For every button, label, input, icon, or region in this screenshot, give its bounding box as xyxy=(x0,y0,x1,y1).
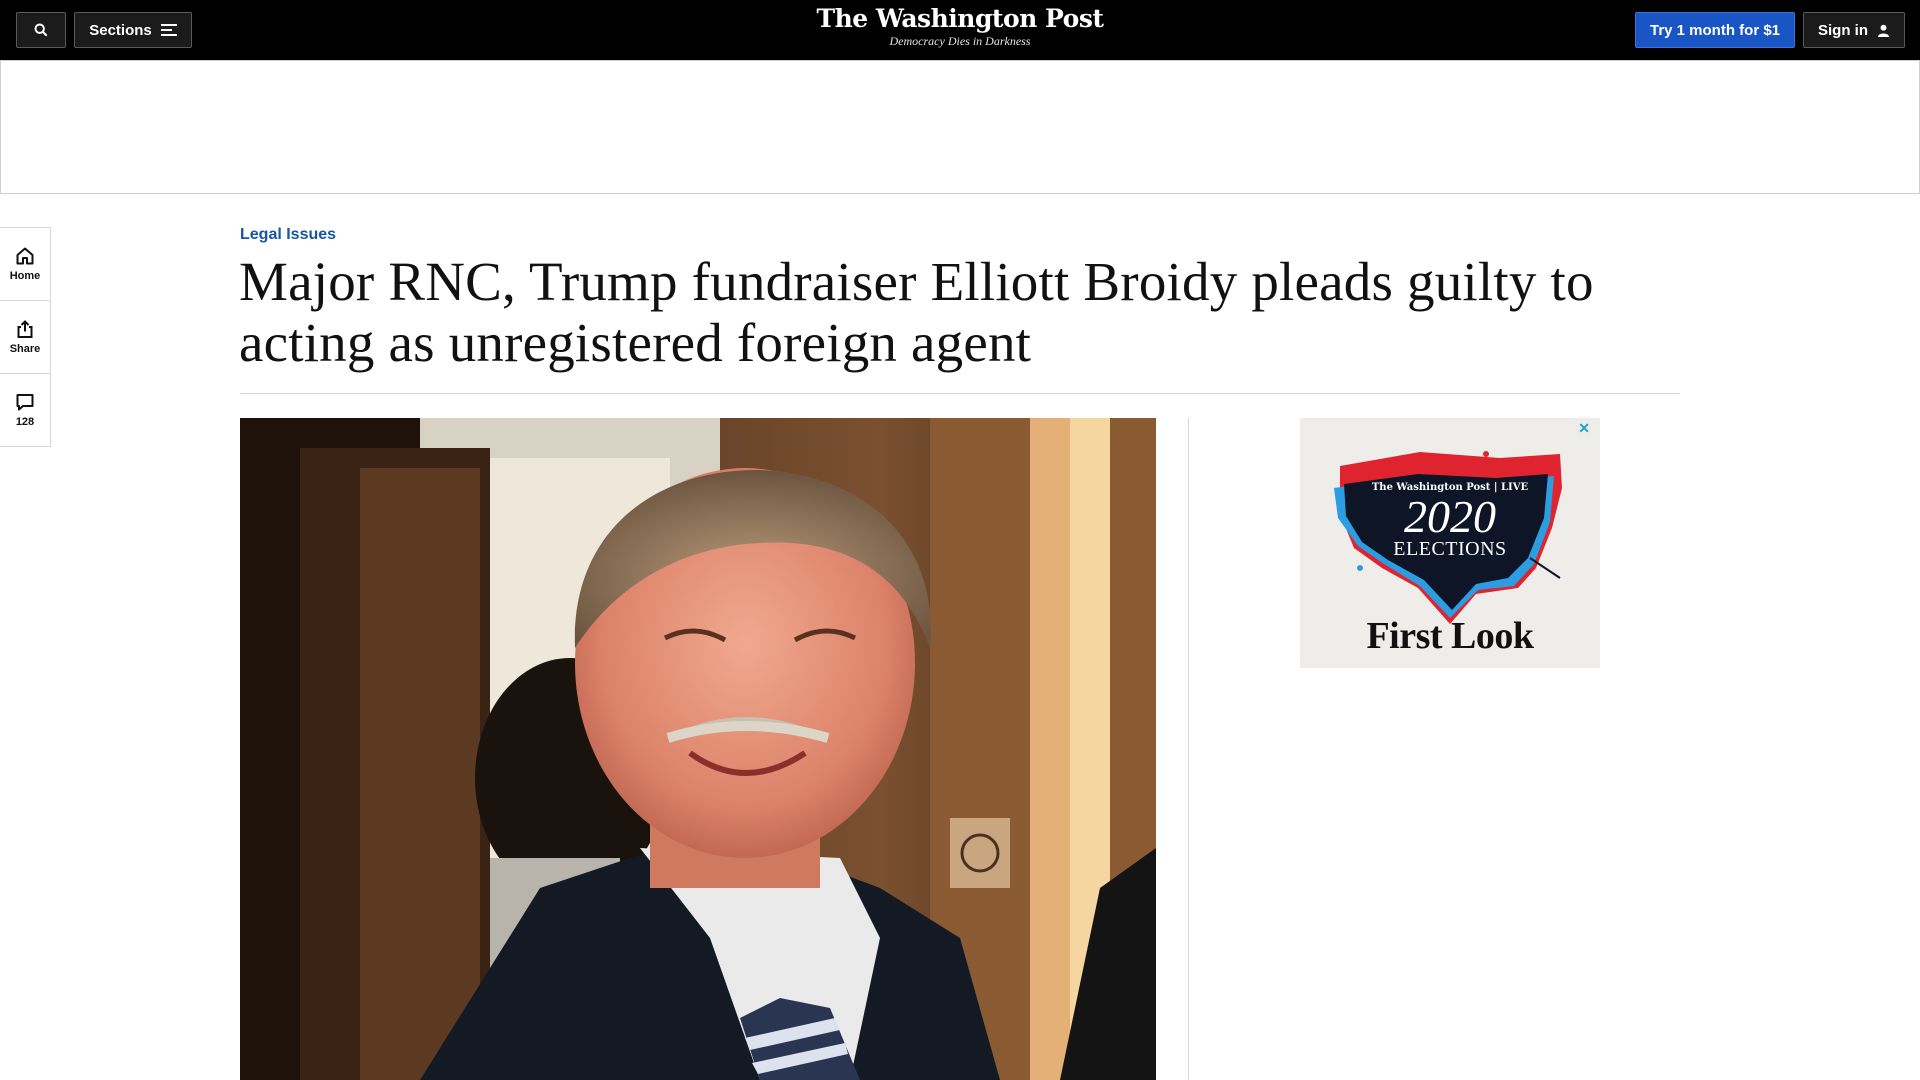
search-button[interactable] xyxy=(16,12,66,48)
search-icon xyxy=(34,23,48,37)
home-icon xyxy=(16,247,34,265)
rail-share[interactable]: Share xyxy=(0,301,50,374)
rail-share-label: Share xyxy=(9,343,41,355)
sections-button[interactable]: Sections xyxy=(74,12,192,48)
sign-in-label: Sign in xyxy=(1818,21,1868,39)
promo-close-icon[interactable]: ✕ xyxy=(1578,420,1590,437)
share-icon xyxy=(17,320,33,338)
article-headline: Major RNC, Trump fundraiser Elliott Broi… xyxy=(239,251,1594,373)
rail-comments[interactable]: 128 xyxy=(0,374,50,446)
menu-icon xyxy=(160,24,177,36)
rail-home-label: Home xyxy=(9,270,41,282)
ad-slot xyxy=(0,60,1920,194)
section-kicker[interactable]: Legal Issues xyxy=(240,226,336,244)
promo-year: 2020 xyxy=(1404,491,1496,542)
lead-photo-illustration xyxy=(240,418,1156,1080)
user-icon xyxy=(1877,24,1890,37)
elections-promo[interactable]: ✕ The Washington Post | LIVE 2020 ELECTI… xyxy=(1300,418,1600,668)
subscribe-button[interactable]: Try 1 month for $1 xyxy=(1635,12,1795,48)
sign-in-button[interactable]: Sign in xyxy=(1803,12,1905,48)
comment-icon xyxy=(16,394,34,411)
top-nav-bar: Sections The Washington Post Democracy D… xyxy=(0,0,1920,60)
lead-photo xyxy=(240,418,1156,1080)
column-divider xyxy=(1188,418,1189,1080)
rail-comments-count: 128 xyxy=(15,416,35,428)
left-rail: Home Share 128 xyxy=(0,227,51,447)
site-logo: The Washington Post xyxy=(816,4,1104,33)
promo-first-look: First Look xyxy=(1366,615,1534,657)
masthead[interactable]: The Washington Post Democracy Dies in Da… xyxy=(760,4,1160,48)
sections-label: Sections xyxy=(89,21,152,39)
site-tagline: Democracy Dies in Darkness xyxy=(889,34,1031,48)
promo-elections: ELECTIONS xyxy=(1393,538,1507,560)
rail-home[interactable]: Home xyxy=(0,228,50,301)
headline-divider xyxy=(240,393,1680,394)
